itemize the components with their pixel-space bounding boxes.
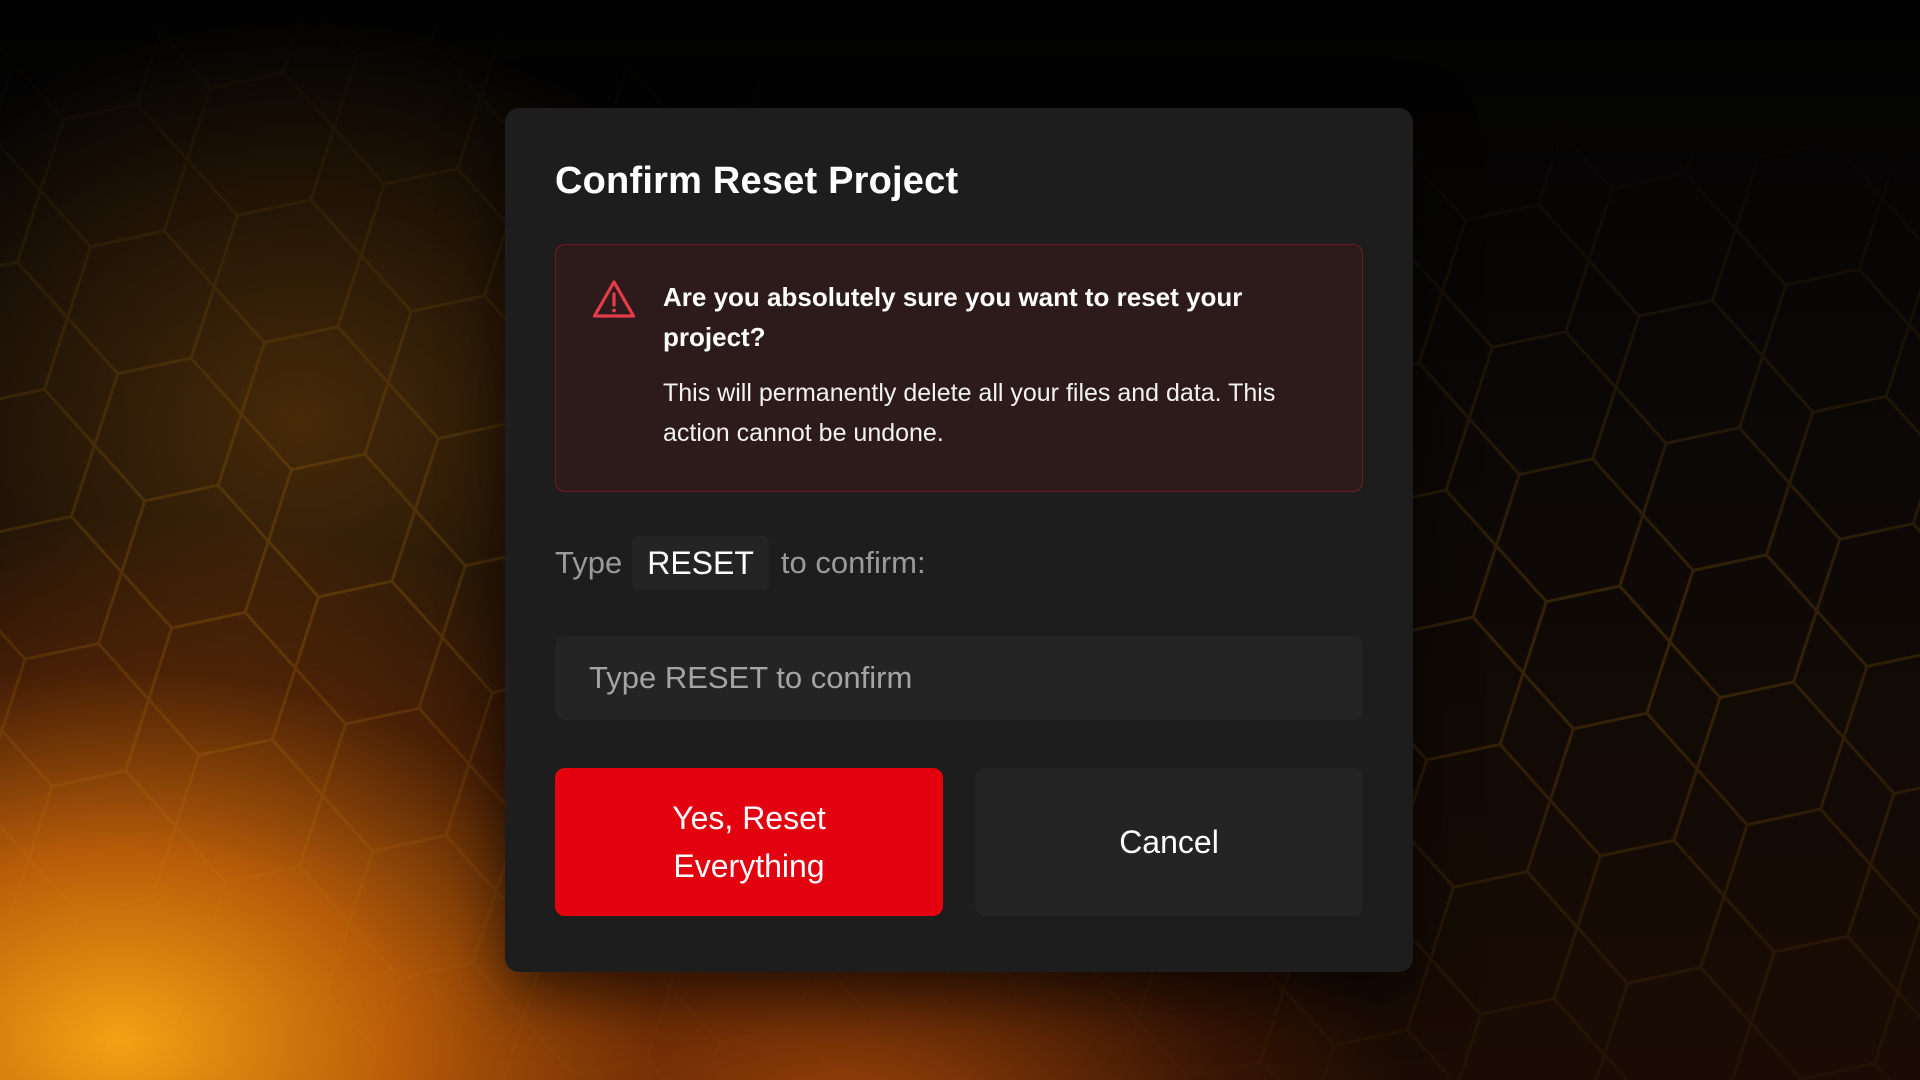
warning-panel: Are you absolutely sure you want to rese… bbox=[555, 244, 1363, 492]
alert-triangle-icon bbox=[592, 280, 636, 318]
warning-message: This will permanently delete all your fi… bbox=[663, 379, 1276, 447]
cancel-button[interactable]: Cancel bbox=[975, 768, 1363, 916]
confirm-prefix: Type bbox=[555, 545, 623, 580]
confirm-suffix: to confirm: bbox=[780, 545, 926, 580]
reset-project-dialog: Confirm Reset Project Are you absolutely… bbox=[505, 108, 1413, 972]
confirm-code: RESET bbox=[632, 536, 769, 590]
confirm-reset-button[interactable]: Yes, Reset Everything bbox=[555, 768, 943, 916]
warning-heading: Are you absolutely sure you want to rese… bbox=[663, 282, 1243, 352]
confirm-instruction: Type RESET to confirm: bbox=[555, 536, 1363, 590]
dialog-title: Confirm Reset Project bbox=[555, 160, 959, 202]
reset-confirmation-input[interactable] bbox=[555, 636, 1363, 720]
dialog-actions: Yes, Reset Everything Cancel bbox=[555, 768, 1363, 916]
